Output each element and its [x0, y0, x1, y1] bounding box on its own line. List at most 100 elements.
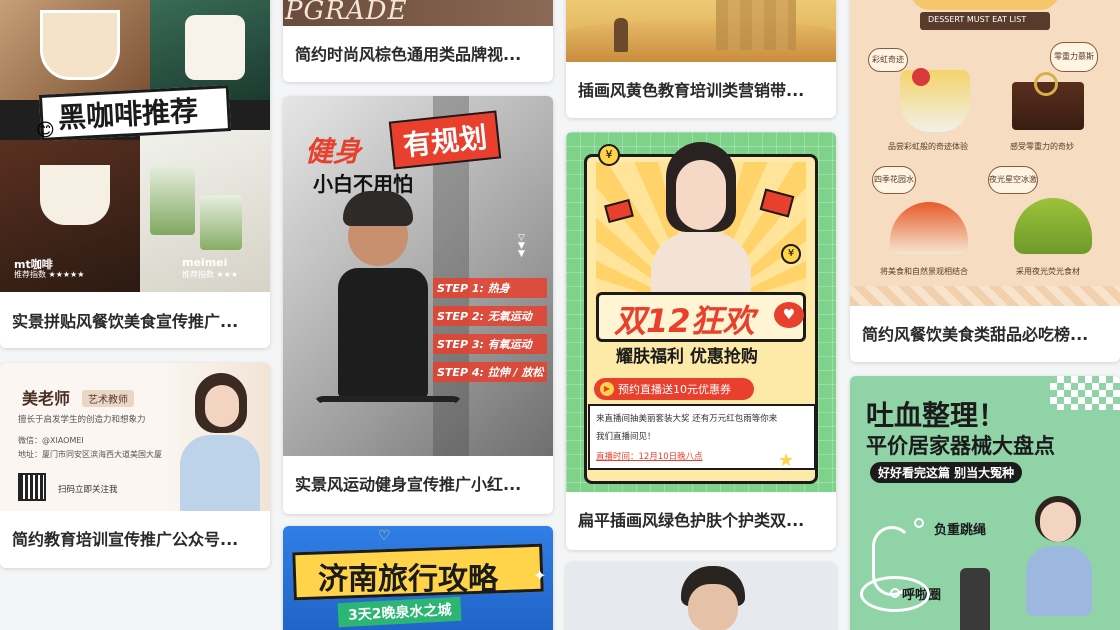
- heart-icon: ♥: [774, 302, 804, 328]
- card-title[interactable]: 简约风餐饮美食类甜品必吃榜...: [862, 321, 1108, 345]
- dessert-image: [900, 70, 970, 132]
- emoji-icon: 😊: [36, 120, 55, 141]
- equipment-headline: 吐血整理！: [866, 399, 1007, 432]
- template-card-education[interactable]: 美老师 艺术教师 擅长于启发学生的创造力和想象力 微信：@XIAOMEI 地址：…: [0, 363, 270, 568]
- play-icon: ▶: [600, 382, 614, 396]
- gold-ring-image: [1034, 72, 1058, 96]
- card-title[interactable]: 实景风运动健身宣传推广小红...: [295, 471, 541, 495]
- equipment-subheadline: 平价居家器械大盘点: [866, 434, 1055, 458]
- card-title[interactable]: 简约时尚风棕色通用类品牌视...: [295, 41, 541, 65]
- coin-icon: ¥: [781, 244, 801, 264]
- ribbon-text: DESSERT MUST EAT LIST: [928, 15, 1027, 24]
- poster-title: 黑咖啡推荐: [57, 94, 199, 135]
- coin-icon: ¥: [598, 144, 620, 166]
- template-gallery: 黑咖啡推荐 😊 mt咖啡 推荐指数 ★★★★★ meimei 推荐指数 ★★★ …: [0, 0, 1120, 630]
- template-card-fitness[interactable]: 健身 有规划 小白不用怕 ▽ ▼ ▼ STEP 1: 热身 STEP 2: 无氧运动…: [283, 96, 553, 514]
- person-top: [338, 268, 428, 398]
- triangles-icon: ▽ ▼ ▼: [518, 233, 525, 259]
- dessert-caption: 感受零重力的奇妙: [1010, 142, 1074, 151]
- card-title[interactable]: 扁平插画风绿色护肤个护类双...: [578, 507, 824, 531]
- cup-image: [40, 165, 110, 225]
- checker-pattern: [1050, 376, 1120, 410]
- card-thumbnail[interactable]: ¥ ¥ 双12狂欢 ♥ 耀肤福利 优惠抢购 ▶ 预约直播送10元优惠券 来直播间…: [566, 132, 836, 492]
- person-face: [1040, 502, 1076, 542]
- step-item: STEP 2: 无氧运动: [433, 306, 548, 326]
- bookshelf: [716, 0, 796, 50]
- product-label: meimei: [182, 256, 228, 269]
- dessert-tag: 四季花园水果塔: [872, 166, 916, 194]
- template-card-brand[interactable]: PGRADE 简约时尚风棕色通用类品牌视...: [283, 0, 553, 82]
- fitness-headline: 健身: [305, 135, 362, 168]
- template-card-equipment[interactable]: 吐血整理！ 平价居家器械大盘点 好好看完这篇 别当大冤种 负重跳绳 呼啦圈: [850, 376, 1120, 630]
- dessert-caption: 将美食和自然景观相结合: [880, 267, 968, 276]
- card-thumbnail[interactable]: ♡ 济南旅行攻略 3天2晚泉水之城 ✦: [283, 526, 553, 630]
- heart-icon: ♡: [378, 528, 391, 544]
- banner-text: PGRADE: [285, 0, 408, 26]
- qr-code-icon: [18, 473, 46, 501]
- card-title[interactable]: 插画风黄色教育培训类营销带...: [578, 77, 824, 101]
- address-info: 地址：厦门市同安区滨海西大道美国大厦: [18, 450, 162, 459]
- card-thumbnail[interactable]: 健身 有规划 小白不用怕 ▽ ▼ ▼ STEP 1: 热身 STEP 2: 无氧运动…: [283, 96, 553, 456]
- pattern-strip: [850, 286, 1120, 306]
- star-icon: ★: [778, 450, 795, 471]
- dessert-caption: 品尝彩虹般的奇迹体验: [888, 142, 968, 151]
- traveler-figure: [614, 18, 628, 52]
- card-title[interactable]: 简约教育培训宣传推广公众号...: [12, 526, 258, 550]
- step-list: STEP 1: 热身 STEP 2: 无氧运动 STEP 3: 有氧运动 STE…: [433, 278, 548, 382]
- card-thumbnail[interactable]: [566, 0, 836, 62]
- card-thumbnail[interactable]: 吐血整理！ 平价居家器械大盘点 好好看完这篇 别当大冤种 负重跳绳 呼啦圈: [850, 376, 1120, 630]
- step-item: STEP 3: 有氧运动: [433, 334, 548, 354]
- dessert-tag: 零重力慕斯球: [1050, 42, 1098, 72]
- scan-text: 扫码立即关注我: [58, 485, 118, 495]
- teacher-name: 美老师: [22, 389, 71, 408]
- person-shirt: [180, 435, 260, 511]
- role-badge: 艺术教师: [82, 390, 134, 407]
- template-card-dessert[interactable]: DESSERT MUST EAT LIST 彩虹奇迹杯 品尝彩虹般的奇迹体验 零…: [850, 0, 1120, 362]
- equipment-label: 负重跳绳: [934, 523, 987, 538]
- info-text: 我们直播间见！: [596, 432, 656, 442]
- sparkle-icon: ✦: [533, 566, 547, 585]
- berry-image: [912, 68, 930, 86]
- dessert-tag: 夜光星空冰激凌: [988, 166, 1038, 194]
- template-card-travel[interactable]: ♡ 济南旅行攻略 3天2晚泉水之城 ✦: [283, 526, 553, 630]
- dessert-image: [1014, 198, 1092, 254]
- info-text: 来直播间抽美丽套装大奖 还有万元红包雨等你来: [596, 414, 778, 424]
- dessert-tag: 彩虹奇迹杯: [868, 48, 908, 72]
- dot-icon: [914, 518, 924, 528]
- product-rating: 推荐指数 ★★★: [182, 270, 239, 279]
- card-thumbnail[interactable]: 美老师 艺术教师 擅长于启发学生的创造力和想象力 微信：@XIAOMEI 地址：…: [0, 363, 270, 511]
- template-card-skincare[interactable]: ¥ ¥ 双12狂欢 ♥ 耀肤福利 优惠抢购 ▶ 预约直播送10元优惠券 来直播间…: [566, 132, 836, 550]
- card-thumbnail[interactable]: DESSERT MUST EAT LIST 彩虹奇迹杯 品尝彩虹般的奇迹体验 零…: [850, 0, 1120, 306]
- skincare-headline: 双12狂欢: [614, 302, 755, 340]
- dessert-caption: 采用夜光荧光食材: [1016, 267, 1080, 276]
- card-thumbnail[interactable]: PGRADE: [283, 0, 553, 26]
- cup-image: [185, 15, 245, 80]
- travel-subtitle: 3天2晚泉水之城: [337, 596, 463, 628]
- template-card-coffee[interactable]: 黑咖啡推荐 😊 mt咖啡 推荐指数 ★★★★★ meimei 推荐指数 ★★★ …: [0, 0, 270, 348]
- template-card-edu-yellow[interactable]: 插画风黄色教育培训类营销带...: [566, 0, 836, 118]
- skincare-subheadline: 耀肤福利 优惠抢购: [616, 347, 758, 367]
- live-time: 直播时间：12月10日晚八点: [596, 452, 703, 462]
- step-item: STEP 4: 拉伸 / 放松: [433, 362, 548, 382]
- coupon-pill: 预约直播送10元优惠券: [618, 383, 731, 396]
- card-thumbnail[interactable]: 黑咖啡推荐 😊 mt咖啡 推荐指数 ★★★★★ meimei 推荐指数 ★★★: [0, 0, 270, 292]
- matcha-glass: [200, 195, 242, 250]
- top-shape: [910, 0, 1060, 10]
- wechat-info: 微信：@XIAOMEI: [18, 436, 84, 445]
- product-rating: 推荐指数 ★★★★★: [14, 270, 85, 279]
- dumbbell-image: [960, 568, 990, 630]
- template-card-man[interactable]: [566, 562, 836, 630]
- person-face: [676, 160, 726, 230]
- cup-image: [40, 10, 120, 80]
- person-face: [688, 584, 738, 630]
- card-title[interactable]: 实景拼贴风餐饮美食宣传推广...: [12, 308, 258, 332]
- teacher-desc: 擅长于启发学生的创造力和想象力: [18, 415, 146, 425]
- matcha-glass: [150, 165, 195, 235]
- person-hair: [343, 191, 413, 226]
- person-face: [205, 385, 239, 427]
- equipment-tagline: 好好看完这篇 别当大冤种: [870, 462, 1023, 483]
- battle-rope: [313, 396, 463, 416]
- card-thumbnail[interactable]: [566, 562, 836, 630]
- hula-hoop-icon: [860, 576, 930, 612]
- person-top: [1026, 546, 1092, 616]
